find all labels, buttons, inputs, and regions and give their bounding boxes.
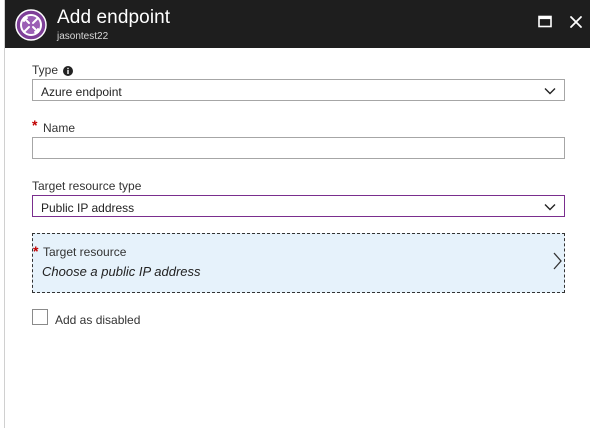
type-select[interactable]: Azure endpoint	[32, 79, 565, 101]
add-as-disabled-label[interactable]: Add as disabled	[55, 313, 140, 327]
target-resource-type-value: Public IP address	[41, 201, 135, 215]
chevron-down-icon	[544, 204, 556, 211]
blade-title: Add endpoint	[57, 7, 171, 28]
maximize-button[interactable]	[535, 12, 555, 32]
chevron-right-icon	[553, 252, 562, 270]
blade-header: Add endpoint jasontest22	[5, 0, 590, 48]
target-resource-type-label: Target resource type	[32, 179, 142, 193]
type-select-value: Azure endpoint	[41, 85, 122, 99]
blade-subtitle: jasontest22	[57, 31, 109, 42]
info-icon[interactable]	[63, 63, 73, 76]
maximize-icon	[538, 15, 552, 28]
name-label: Name	[43, 121, 76, 135]
type-label: Type	[32, 63, 59, 77]
close-button[interactable]	[566, 12, 586, 32]
name-input[interactable]	[32, 137, 565, 159]
target-resource-required-mark: *	[33, 243, 39, 259]
add-endpoint-blade: Add endpoint jasontest22 Type Azure endp…	[4, 0, 590, 428]
add-as-disabled-checkbox[interactable]	[32, 309, 48, 325]
target-resource-label: Target resource	[43, 245, 127, 259]
target-resource-picker[interactable]: * Target resource Choose a public IP add…	[32, 233, 565, 293]
target-resource-type-select[interactable]: Public IP address	[32, 195, 565, 217]
target-resource-value: Choose a public IP address	[42, 264, 201, 279]
close-icon	[570, 16, 582, 28]
traffic-manager-icon	[15, 9, 47, 41]
chevron-down-icon	[544, 88, 556, 95]
name-required-mark: *	[32, 117, 38, 133]
